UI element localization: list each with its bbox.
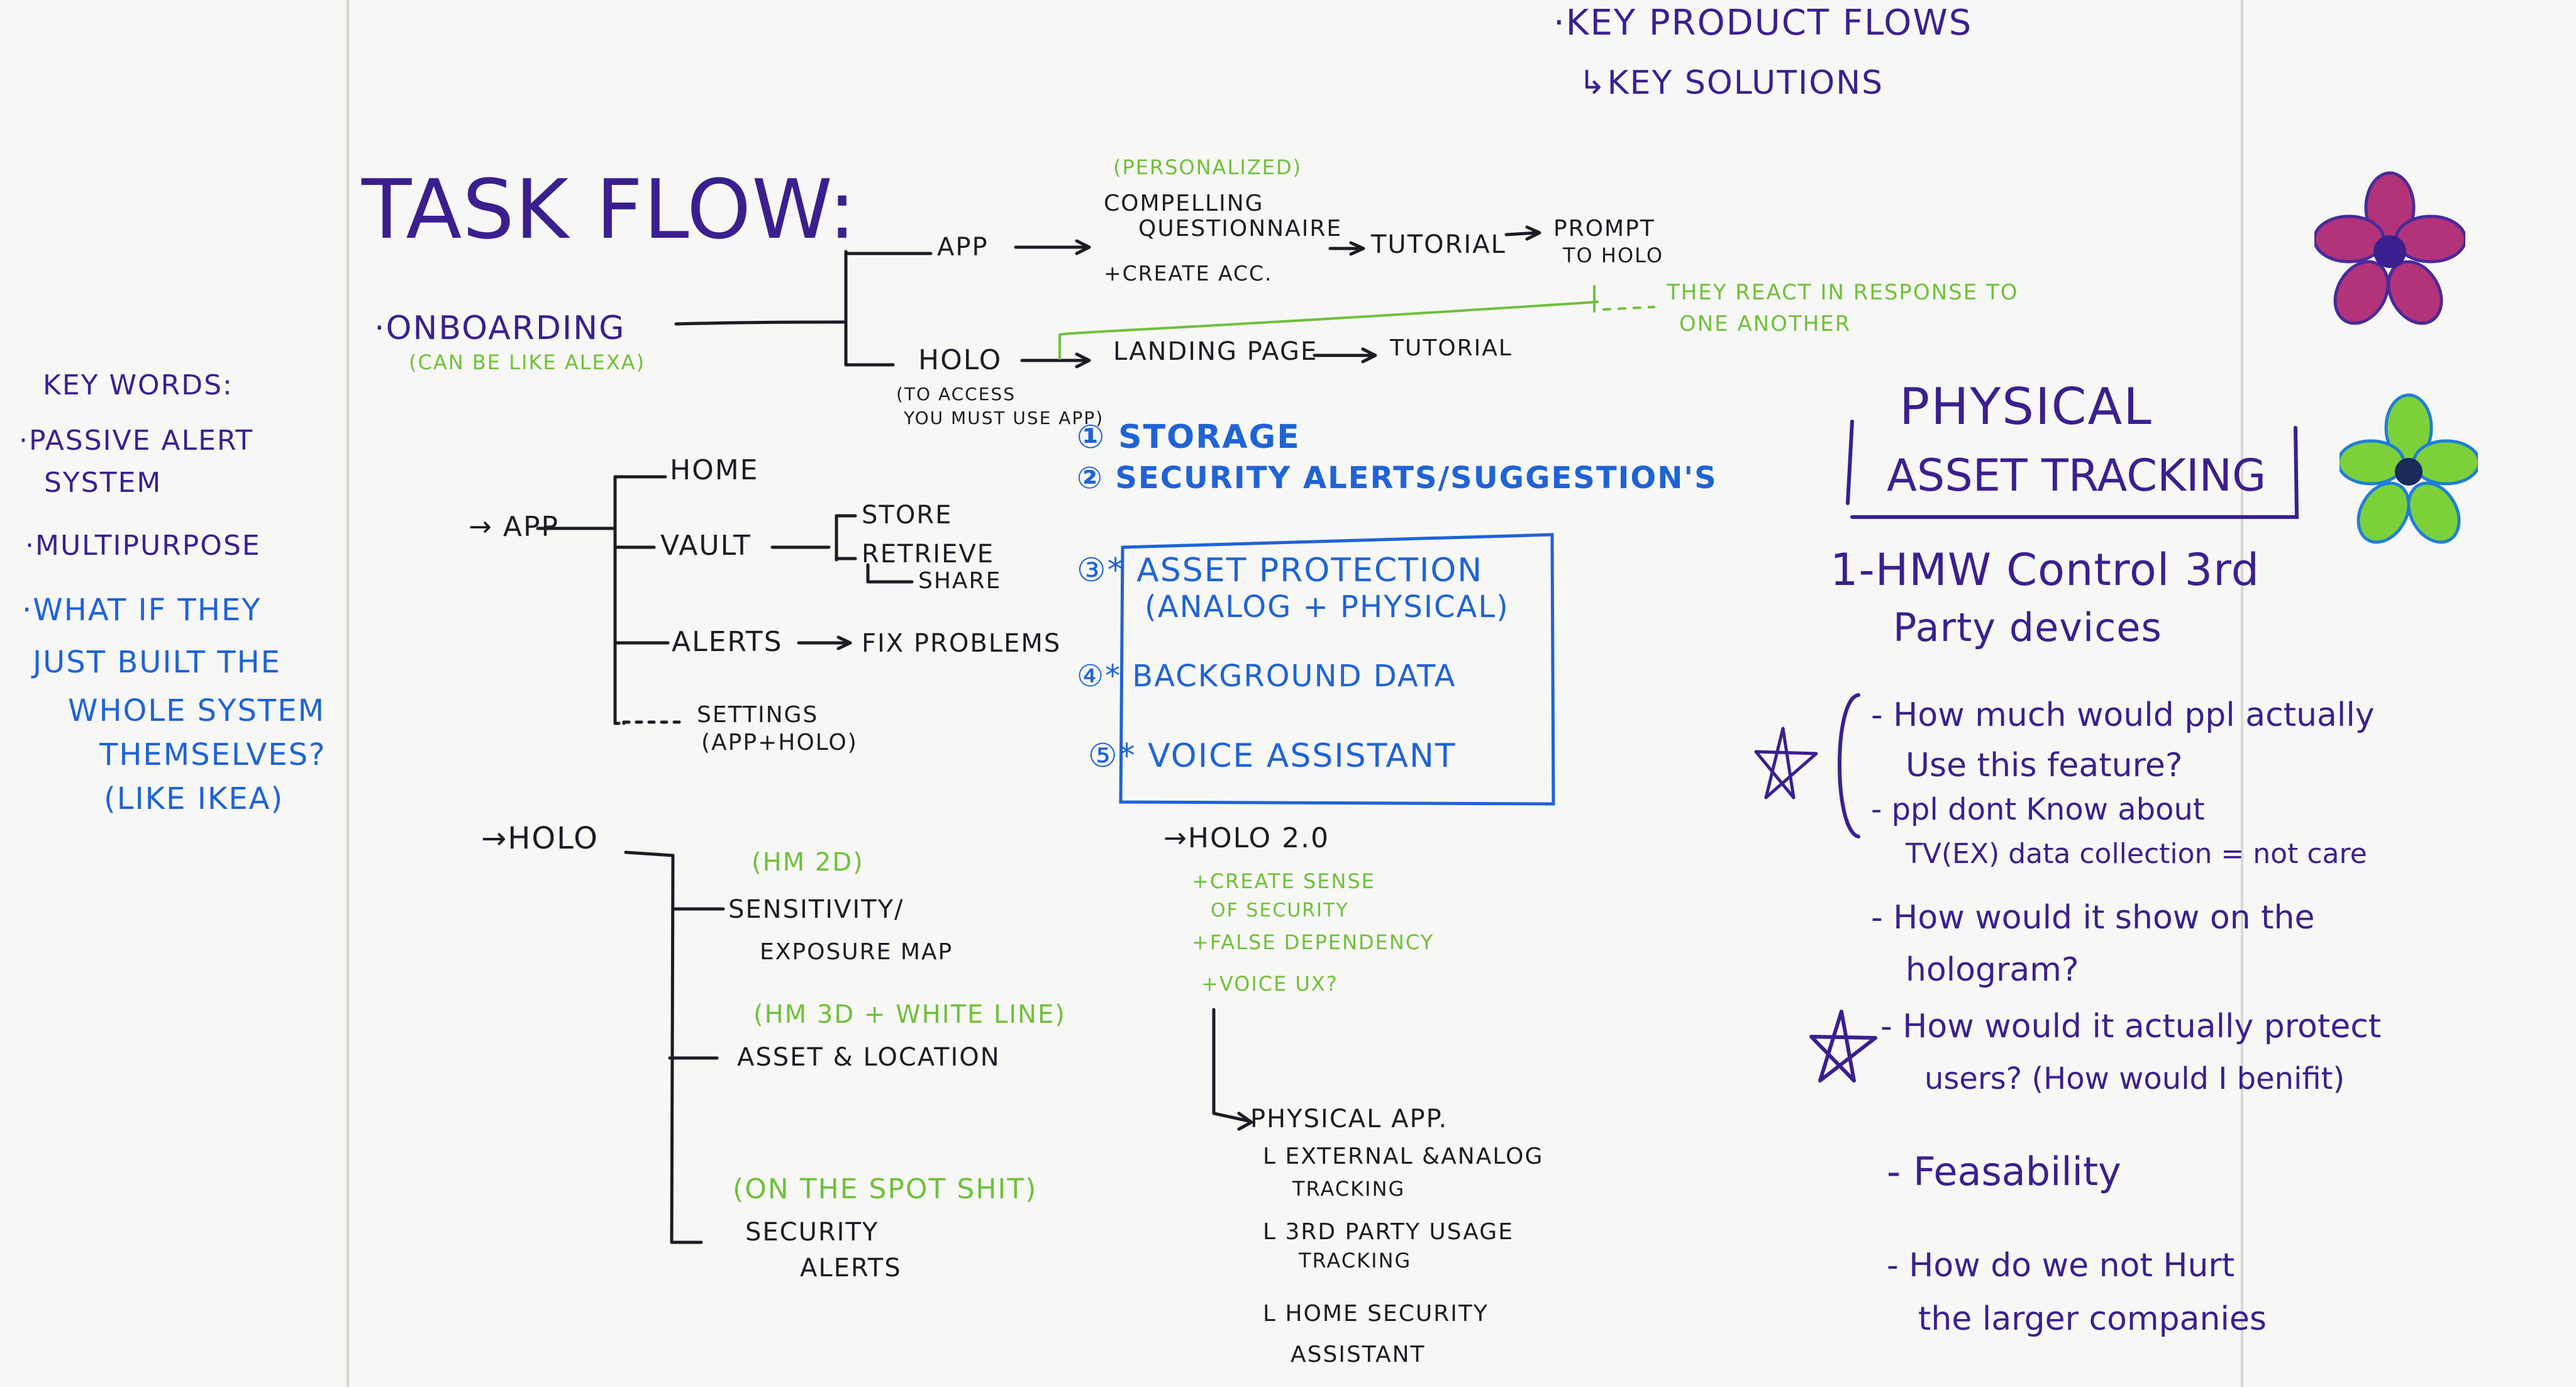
false-dependency-note: +FALSE DEPENDENCY: [1192, 930, 1435, 954]
to-access-note: (TO ACCESS: [896, 384, 1016, 404]
arrow-right-icon: →: [481, 821, 508, 856]
holo-tutorial-text: TUTORIAL: [1390, 335, 1513, 361]
on-the-spot-note: (ON THE SPOT SHIT): [733, 1173, 1038, 1205]
hm2d-note: (HM 2D): [752, 848, 864, 877]
home-security-node: L HOME SECURITY: [1263, 1301, 1489, 1327]
one-another-text: ONE ANOTHER: [1679, 311, 1852, 337]
compelling-text: COMPELLING: [1104, 191, 1264, 216]
asset-location-node: ASSET & LOCATION: [737, 1043, 1001, 1072]
star-icon: [1809, 1010, 1877, 1083]
question-4-line-2: users? (How would I benifit): [1924, 1061, 2345, 1096]
physical-app-node: PHYSICAL APP.: [1250, 1105, 1448, 1134]
react-response-text: THEY REACT IN RESPONSE TO: [1667, 280, 2019, 305]
keyword-whatif-3: WHOLE SYSTEM: [68, 693, 325, 728]
security-alerts-node: ALERTS: [800, 1254, 902, 1283]
question-2-line-2: TV(EX) data collection = not care: [1906, 838, 2367, 870]
onboarding-app-label: APP: [937, 233, 989, 262]
magenta-flower-icon: [2314, 171, 2465, 325]
keyword-whatif-4: THEMSELVES?: [99, 737, 326, 772]
create-account-text: +CREATE ACC.: [1104, 261, 1273, 286]
numbered-item-2: ② SECURITY ALERTS/SUGGESTION'S: [1077, 460, 1718, 496]
task-flow-title: TASK FLOW:: [362, 162, 857, 257]
vault-node: VAULT: [660, 530, 752, 562]
keyword-whatif-5: (LIKE IKEA): [104, 781, 284, 816]
question-6-line-1: - How do we not Hurt: [1887, 1247, 2235, 1284]
hmw-line-2: Party devices: [1893, 604, 2162, 650]
onboarding-label: ·ONBOARDING: [374, 309, 626, 347]
fix-problems-node: FIX PROBLEMS: [862, 629, 1062, 658]
numbered-item-3-sub: (ANALOG + PHYSICAL): [1145, 589, 1509, 625]
question-2-line-1: - ppl dont Know about: [1871, 792, 2205, 827]
external-analog-node: L EXTERNAL &ANALOG: [1263, 1144, 1544, 1169]
onboarding-note: (CAN BE LIKE ALEXA): [409, 350, 646, 374]
assistant-node: ASSISTANT: [1291, 1342, 1426, 1368]
holo-tree-label: →HOLO: [481, 823, 599, 854]
third-party-node: L 3RD PARTY USAGE: [1263, 1219, 1514, 1245]
green-flower-icon: [2340, 393, 2478, 544]
share-node: SHARE: [918, 568, 1002, 594]
question-1-line-1: - How much would ppl actually: [1871, 696, 2375, 734]
home-node: HOME: [670, 454, 759, 486]
numbered-item-1: ① STORAGE: [1077, 418, 1301, 456]
holo-tree-label-text: HOLO: [508, 821, 599, 856]
third-party-tracking-node: TRACKING: [1299, 1249, 1412, 1273]
question-6-line-2: the larger companies: [1918, 1300, 2267, 1338]
keyword-whatif-2: JUST BUILT THE: [33, 645, 282, 680]
numbered-item-5: ⑤* VOICE ASSISTANT: [1088, 737, 1457, 775]
retrieve-node: RETRIEVE: [862, 540, 994, 569]
question-3-line-2: hologram?: [1906, 951, 2079, 989]
key-solutions-label: ↳KEY SOLUTIONS: [1579, 64, 1884, 102]
keyword-passive-1: ·PASSIVE ALERT: [19, 425, 254, 457]
keyword-multipurpose: ·MULTIPURPOSE: [25, 530, 261, 562]
keyword-whatif-1: ·WHAT IF THEY: [22, 593, 262, 628]
settings-node: SETTINGS: [697, 702, 819, 728]
must-use-app-note: YOU MUST USE APP): [904, 408, 1104, 428]
app-tree-label-text: APP: [502, 511, 560, 543]
settings-note: (APP+HOLO): [701, 730, 858, 755]
voice-ux-note: +VOICE UX?: [1201, 972, 1338, 996]
hmw-line-1: 1-HMW Control 3rd: [1830, 544, 2260, 596]
key-words-title: KEY WORDS:: [43, 369, 233, 401]
holo-2-label-text: HOLO 2.0: [1187, 822, 1330, 854]
key-product-flows-label: ·KEY PRODUCT FLOWS: [1553, 3, 1973, 43]
exposure-map-node: EXPOSURE MAP: [760, 939, 953, 965]
security-node: SECURITY: [745, 1218, 879, 1247]
arrow-right-icon: →: [1163, 822, 1188, 854]
alerts-node: ALERTS: [672, 626, 783, 658]
physical-title-2: ASSET TRACKING: [1887, 450, 2267, 501]
question-3-line-1: - How would it show on the: [1871, 899, 2315, 937]
holo-2-label: →HOLO 2.0: [1163, 822, 1330, 854]
onboarding-holo-label: HOLO: [918, 344, 1002, 376]
keyword-passive-2: SYSTEM: [44, 467, 162, 499]
landing-page-text: LANDING PAGE: [1113, 337, 1318, 366]
sensitivity-node: SENSITIVITY/: [728, 895, 904, 924]
question-1-line-2: Use this feature?: [1906, 747, 2183, 784]
questionnaire-text: QUESTIONNAIRE: [1138, 216, 1343, 242]
question-4-line-1: - How would it actually protect: [1880, 1008, 2382, 1045]
app-tree-label: → APP: [469, 511, 560, 543]
question-5: - Feasability: [1887, 1149, 2121, 1195]
whiteboard: ·KEY PRODUCT FLOWS ↳KEY SOLUTIONS TASK F…: [0, 0, 2576, 1387]
physical-title-1: PHYSICAL: [1899, 377, 2153, 436]
arrow-right-icon: →: [469, 511, 503, 543]
prompt-text: PROMPT: [1553, 216, 1655, 242]
store-node: STORE: [862, 501, 953, 530]
numbered-item-4: ④* BACKGROUND DATA: [1077, 659, 1457, 694]
external-tracking-node: TRACKING: [1292, 1177, 1406, 1201]
create-sense-note: +CREATE SENSE: [1192, 869, 1375, 893]
numbered-item-3: ③* ASSET PROTECTION: [1077, 552, 1484, 589]
of-security-note: OF SECURITY: [1211, 900, 1349, 922]
hm3d-note: (HM 3D + WHITE LINE): [753, 1000, 1066, 1029]
star-icon: [1754, 727, 1818, 799]
to-holo-text: TO HOLO: [1563, 243, 1664, 267]
personalized-note: (PERSONALIZED): [1113, 155, 1302, 179]
app-tutorial-text: TUTORIAL: [1371, 230, 1506, 259]
